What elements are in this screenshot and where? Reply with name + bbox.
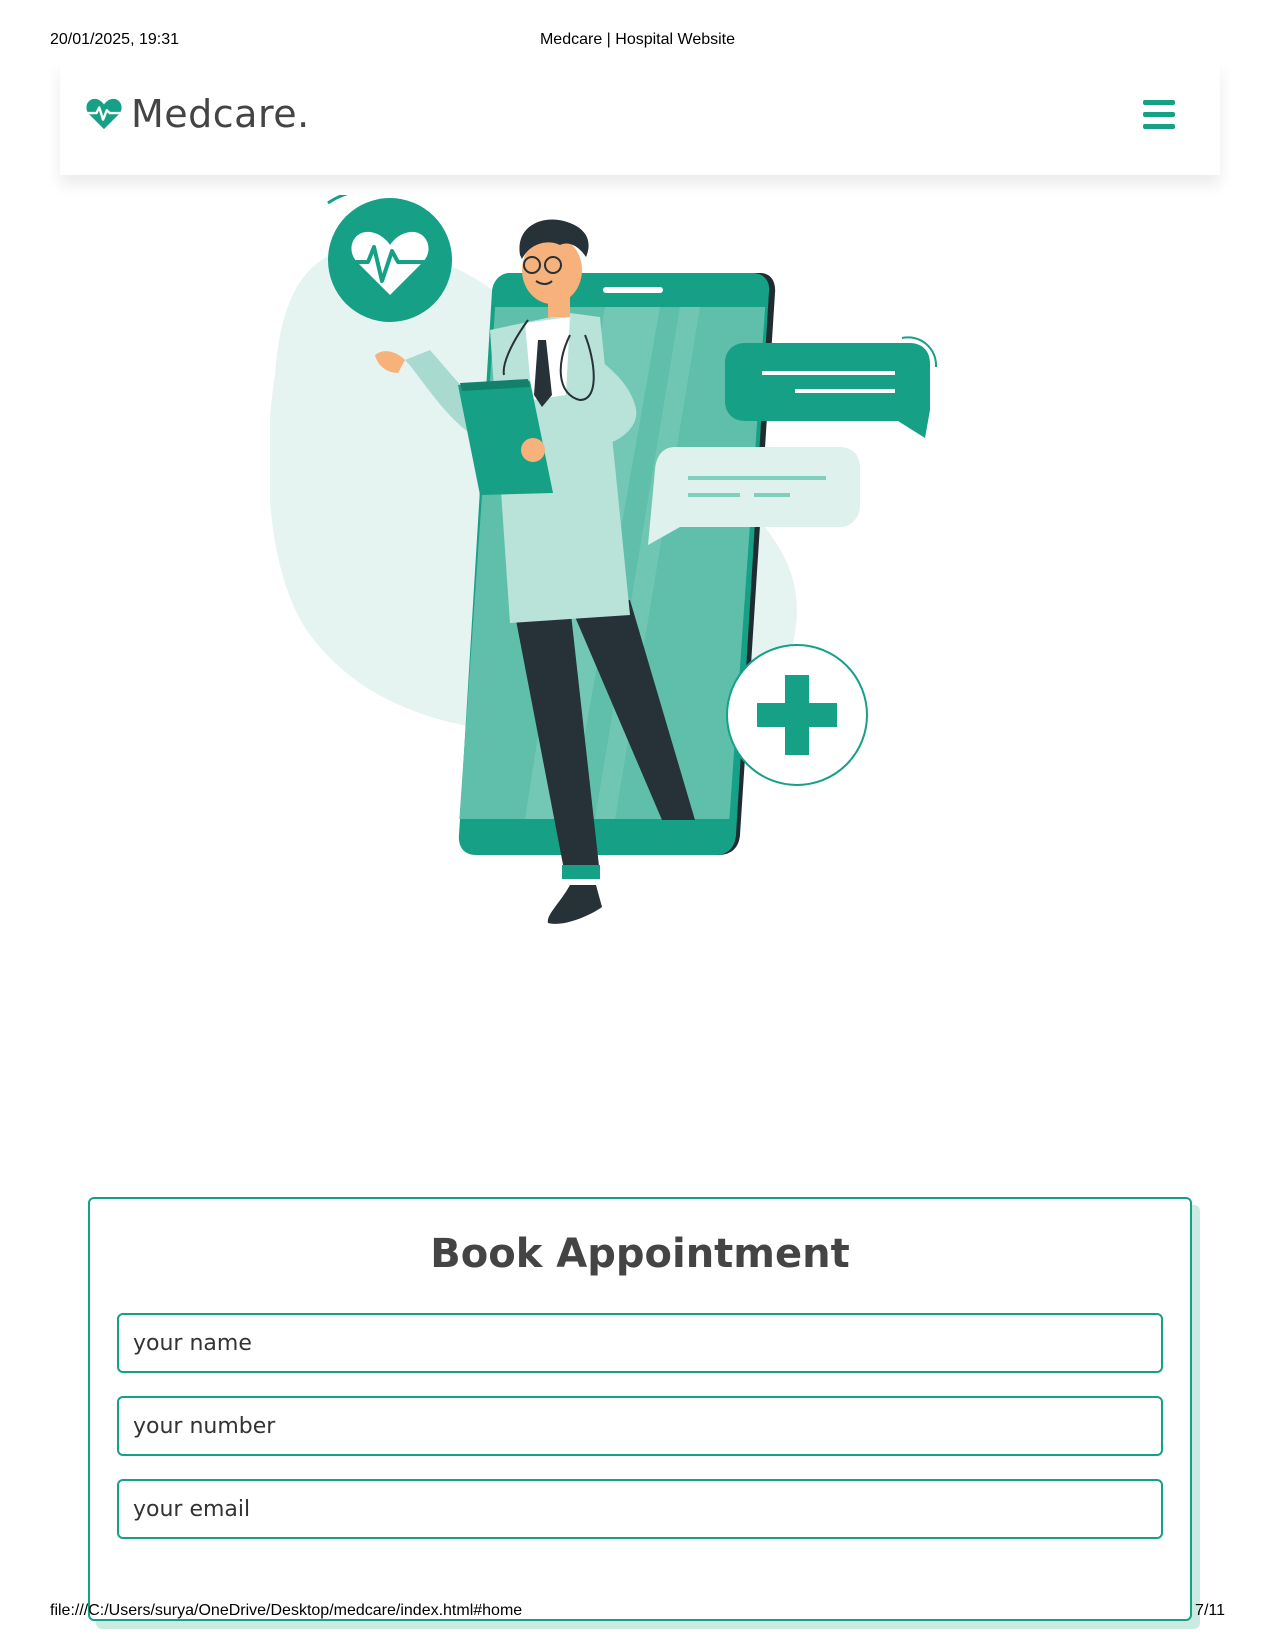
logo-text: Medcare. [131, 92, 310, 136]
number-input[interactable] [117, 1396, 1163, 1456]
appointment-title: Book Appointment [430, 1231, 850, 1277]
name-input[interactable] [117, 1313, 1163, 1373]
heartbeat-icon [86, 98, 122, 130]
appointment-form: Book Appointment [88, 1197, 1192, 1621]
hero-doctor-illustration [270, 195, 938, 924]
print-page-number: 7/11 [1195, 1602, 1225, 1619]
print-url: file:///C:/Users/surya/OneDrive/Desktop/… [50, 1602, 523, 1619]
print-page-title: Medcare | Hospital Website [539, 31, 736, 48]
email-input[interactable] [117, 1479, 1163, 1539]
hamburger-menu-icon[interactable] [1143, 100, 1175, 130]
logo-link[interactable]: Medcare. [85, 92, 310, 136]
navbar: Medcare. [60, 60, 1220, 175]
